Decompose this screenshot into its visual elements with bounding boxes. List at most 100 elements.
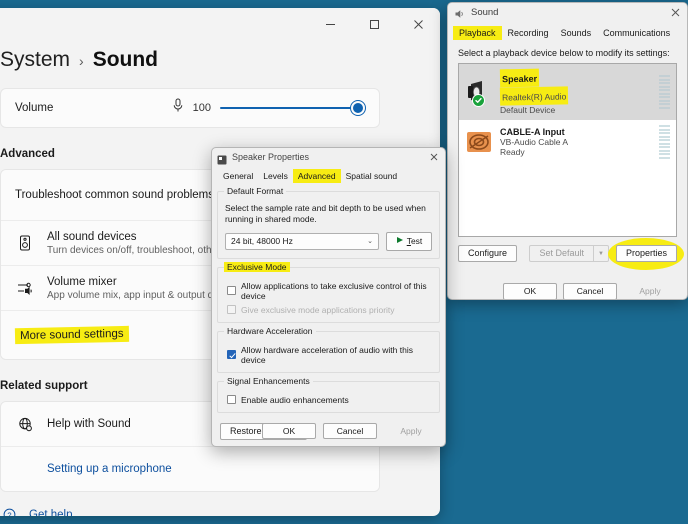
device-speaker-name: Speaker <box>501 73 538 85</box>
set-default-split-button[interactable]: Set Default ▼ <box>529 245 609 262</box>
properties-button[interactable]: Properties <box>615 245 677 262</box>
playback-tab-panel: Select a playback device below to modify… <box>452 43 684 299</box>
maximize-button[interactable] <box>352 8 396 40</box>
tab-general[interactable]: General <box>218 169 258 183</box>
volume-label: Volume <box>15 102 54 114</box>
row-troubleshoot-label: Troubleshoot common sound problems <box>15 189 215 201</box>
properties-window-icon <box>217 152 227 165</box>
close-button[interactable] <box>396 8 440 40</box>
volume-card: Volume 100 <box>0 88 380 128</box>
sample-rate-value: 24 bit, 48000 Hz <box>231 236 293 247</box>
exclusive-control-checkbox-row[interactable]: Allow applications to take exclusive con… <box>227 281 432 301</box>
tab-recording[interactable]: Recording <box>502 26 555 40</box>
sample-rate-dropdown[interactable]: 24 bit, 48000 Hz ⌄ <box>225 232 379 250</box>
default-format-group: Default Format Select the sample rate an… <box>217 186 440 259</box>
volume-slider-thumb[interactable] <box>351 101 365 115</box>
device-action-buttons: Configure Set Default ▼ Properties <box>458 238 684 270</box>
device-speaker-desc: Realtek(R) Audio <box>501 91 567 103</box>
sound-tab-bar: Playback Recording Sounds Communications <box>448 22 687 40</box>
footer-links: ? Get help Give feedback <box>0 508 440 516</box>
tab-spatial-sound[interactable]: Spatial sound <box>341 169 403 183</box>
signal-enhancements-group: Signal Enhancements Enable audio enhance… <box>217 375 440 413</box>
cable-device-thumbnail <box>465 128 493 156</box>
speaker-ok-button[interactable]: OK <box>262 422 316 439</box>
tab-levels[interactable]: Levels <box>258 169 293 183</box>
speaker-cancel-button[interactable]: Cancel <box>323 422 377 439</box>
help-question-icon: ? <box>0 508 18 516</box>
tab-communications[interactable]: Communications <box>597 26 676 40</box>
tab-playback[interactable]: Playback <box>453 26 502 40</box>
exclusive-priority-label: Give exclusive mode applications priorit… <box>241 304 395 315</box>
default-format-label: Default Format <box>224 186 287 196</box>
row-help-with-sound-label: Help with Sound <box>47 418 131 430</box>
device-speaker-text: Speaker Realtek(R) Audio Default Device <box>499 68 652 115</box>
speaker-device-thumbnail <box>465 78 493 107</box>
chevron-down-icon: ⌄ <box>367 238 373 246</box>
get-help-link[interactable]: ? Get help <box>0 508 440 516</box>
row-more-sound-settings-label: More sound settings <box>14 325 129 345</box>
set-default-button[interactable]: Set Default <box>529 245 595 262</box>
sound-speaker-icon <box>454 7 466 19</box>
tab-advanced[interactable]: Advanced <box>292 169 341 183</box>
exclusive-priority-checkbox <box>227 305 236 315</box>
minimize-button[interactable] <box>308 8 352 40</box>
device-cable-text: CABLE-A Input VB-Audio Cable A Ready <box>500 127 652 157</box>
row-setting-up-microphone[interactable]: Setting up a microphone <box>1 447 379 491</box>
row-setting-up-microphone-label: Setting up a microphone <box>47 463 172 475</box>
speaker-properties-close-icon[interactable] <box>427 150 441 163</box>
enable-audio-enhancements-checkbox[interactable] <box>227 395 236 405</box>
speaker-apply-button: Apply <box>384 422 438 439</box>
device-speaker-status: Default Device <box>500 105 556 115</box>
hardware-acceleration-checkbox-label: Allow hardware acceleration of audio wit… <box>241 344 413 365</box>
volume-value: 100 <box>192 102 211 114</box>
advanced-tab-panel: Default Format Select the sample rate an… <box>217 186 440 440</box>
configure-button[interactable]: Configure <box>458 245 518 262</box>
svg-text:?: ? <box>7 510 11 516</box>
speaker-properties-titlebar: Speaker Properties <box>212 148 445 166</box>
speaker-properties-dialog: Speaker Properties General Levels Advanc… <box>211 147 446 447</box>
speaker-level-meter <box>659 75 670 109</box>
default-format-description: Select the sample rate and bit depth to … <box>225 203 426 225</box>
device-row-cable-a-input[interactable]: CABLE-A Input VB-Audio Cable A Ready <box>459 120 676 164</box>
signal-enhancements-label: Signal Enhancements <box>224 375 313 386</box>
breadcrumb: System › Sound <box>0 40 440 88</box>
sound-titlebar: Sound <box>448 3 687 22</box>
cable-level-meter <box>659 125 670 159</box>
speaker-name-highlight: Speaker <box>499 68 540 88</box>
more-sound-highlight: More sound settings <box>14 325 129 345</box>
exclusive-control-checkbox[interactable] <box>227 286 236 296</box>
play-triangle-icon <box>396 236 404 246</box>
hardware-acceleration-group: Hardware Acceleration Allow hardware acc… <box>217 325 440 373</box>
speaker-properties-tab-bar: General Levels Advanced Spatial sound <box>212 166 445 183</box>
test-button[interactable]: Test <box>386 231 432 251</box>
breadcrumb-system[interactable]: System <box>0 48 70 72</box>
playback-device-list[interactable]: Speaker Realtek(R) Audio Default Device <box>458 63 677 237</box>
sound-cancel-button[interactable]: Cancel <box>563 283 617 299</box>
sound-dialog-footer: OK Cancel Apply <box>458 283 677 299</box>
globe-help-icon <box>15 417 35 432</box>
chevron-down-icon[interactable]: ▼ <box>594 245 609 262</box>
exclusive-mode-label: Exclusive Mode <box>224 261 290 272</box>
exclusive-priority-checkbox-row: Give exclusive mode applications priorit… <box>227 305 432 315</box>
enable-audio-enhancements-row[interactable]: Enable audio enhancements <box>227 395 432 405</box>
settings-titlebar <box>0 8 440 40</box>
speaker-desc-highlight: Realtek(R) Audio <box>499 86 569 106</box>
tab-sounds[interactable]: Sounds <box>555 26 598 40</box>
sound-close-icon[interactable] <box>667 5 683 19</box>
volume-slider[interactable] <box>220 101 365 115</box>
sound-control-panel-window: Sound Playback Recording Sounds Communic… <box>447 2 688 300</box>
speaker-properties-footer: OK Cancel Apply <box>262 422 438 439</box>
sound-apply-button: Apply <box>623 283 677 299</box>
page-title: Sound <box>92 48 159 71</box>
hardware-acceleration-checkbox[interactable] <box>227 350 236 360</box>
volume-controls: 100 <box>172 98 365 118</box>
breadcrumb-separator-icon: › <box>79 53 84 69</box>
exclusive-mode-group: Exclusive Mode Allow applications to tak… <box>217 261 440 323</box>
sound-window-title: Sound <box>471 7 499 18</box>
device-cable-status: Ready <box>500 147 525 157</box>
sound-ok-button[interactable]: OK <box>503 283 557 299</box>
volume-mixer-icon <box>15 281 35 295</box>
device-row-speaker[interactable]: Speaker Realtek(R) Audio Default Device <box>459 64 676 120</box>
enable-audio-enhancements-label: Enable audio enhancements <box>241 394 349 405</box>
hardware-acceleration-checkbox-row[interactable]: Allow hardware acceleration of audio wit… <box>227 345 432 365</box>
